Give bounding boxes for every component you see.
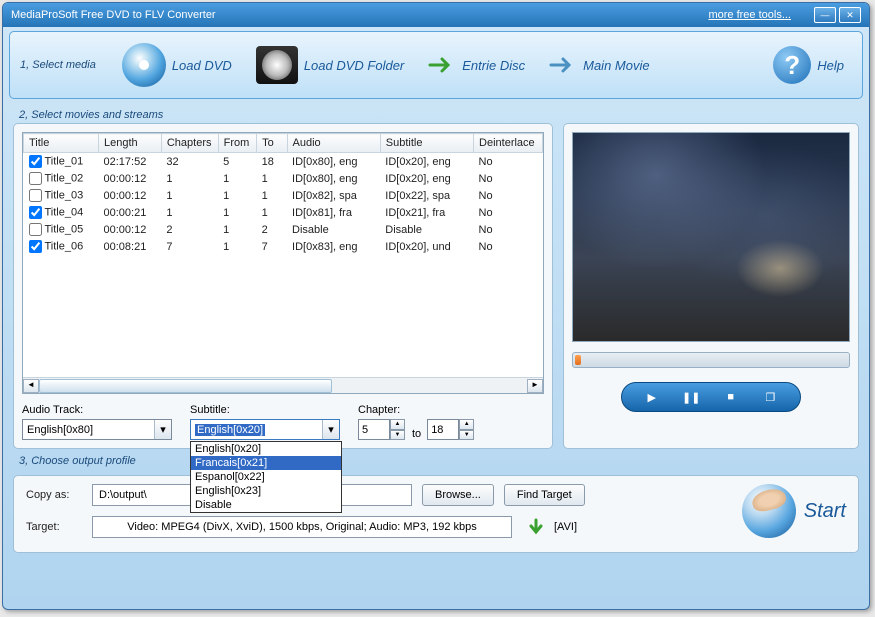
start-disc-icon <box>742 484 796 538</box>
playback-controls: ▶ ❚❚ ■ ❐ <box>621 382 801 412</box>
chapter-from-spinner[interactable]: ▲▼ <box>358 419 406 440</box>
entire-disc-label: Entrie Disc <box>462 58 525 73</box>
pause-button[interactable]: ❚❚ <box>679 387 703 407</box>
copy-as-label: Copy as: <box>26 489 82 501</box>
preview-panel: ▶ ❚❚ ■ ❐ <box>563 123 859 449</box>
subtitle-label: Subtitle: <box>190 404 340 416</box>
table-row[interactable]: Title_0600:08:21717ID[0x83], engID[0x20]… <box>24 238 543 255</box>
table-row[interactable]: Title_0102:17:5232518ID[0x80], engID[0x2… <box>24 153 543 171</box>
titles-table: TitleLengthChaptersFromToAudioSubtitleDe… <box>22 132 544 394</box>
column-header[interactable]: Title <box>24 134 99 153</box>
step3-label: 3, Choose output profile <box>3 449 869 469</box>
chapter-from-input[interactable] <box>358 419 390 440</box>
scrollbar-track[interactable] <box>39 379 527 393</box>
dropdown-option[interactable]: Francais[0x21] <box>191 456 341 470</box>
spin-down-button[interactable]: ▼ <box>390 430 405 441</box>
column-header[interactable]: Length <box>99 134 162 153</box>
folder-icon <box>256 46 298 84</box>
target-ext: [AVI] <box>554 521 577 533</box>
download-arrow-icon[interactable] <box>528 518 544 536</box>
step1-label: 1, Select media <box>20 59 96 71</box>
row-checkbox[interactable] <box>29 189 42 202</box>
spin-up-button[interactable]: ▲ <box>459 419 474 430</box>
main-movie-button[interactable]: Main Movie <box>541 51 657 79</box>
dropdown-option[interactable]: English[0x20] <box>191 442 341 456</box>
chapter-to-label: to <box>412 428 421 440</box>
snapshot-button[interactable]: ❐ <box>758 387 782 407</box>
video-preview[interactable] <box>572 132 850 342</box>
help-icon: ? <box>773 46 811 84</box>
target-label: Target: <box>26 521 82 533</box>
close-button[interactable]: ✕ <box>839 7 861 23</box>
scroll-left-button[interactable]: ◄ <box>23 379 39 393</box>
play-button[interactable]: ▶ <box>640 387 664 407</box>
chapter-label: Chapter: <box>358 404 475 416</box>
row-checkbox[interactable] <box>29 223 42 236</box>
find-target-button[interactable]: Find Target <box>504 484 585 506</box>
help-button[interactable]: ? Help <box>765 42 852 88</box>
window-title: MediaProSoft Free DVD to FLV Converter <box>11 9 216 21</box>
chapter-to-input[interactable] <box>427 419 459 440</box>
row-checkbox[interactable] <box>29 206 42 219</box>
target-value: Video: MPEG4 (DivX, XviD), 1500 kbps, Or… <box>127 521 477 533</box>
load-dvd-label: Load DVD <box>172 58 232 73</box>
timeline-slider[interactable] <box>572 352 850 368</box>
scroll-right-button[interactable]: ► <box>527 379 543 393</box>
audio-track-label: Audio Track: <box>22 404 172 416</box>
output-panel: Copy as: D:\output\ Browse... Find Targe… <box>13 475 859 553</box>
toolbar: 1, Select media Load DVD Load DVD Folder… <box>9 31 863 99</box>
load-dvd-folder-button[interactable]: Load DVD Folder <box>248 42 412 88</box>
chevron-down-icon: ▾ <box>322 420 339 439</box>
start-button[interactable]: Start <box>742 484 846 538</box>
stream-controls: Audio Track: English[0x80] ▾ Subtitle: E… <box>22 404 544 440</box>
step2-label: 2, Select movies and streams <box>3 103 869 123</box>
chapter-to-spinner[interactable]: ▲▼ <box>427 419 475 440</box>
dropdown-option[interactable]: Disable <box>191 498 341 512</box>
column-header[interactable]: From <box>218 134 257 153</box>
table-row[interactable]: Title_0500:00:12212DisableDisableNo <box>24 221 543 238</box>
target-profile-select[interactable]: Video: MPEG4 (DivX, XviD), 1500 kbps, Or… <box>92 516 512 538</box>
row-checkbox[interactable] <box>29 240 42 253</box>
row-checkbox[interactable] <box>29 155 42 168</box>
column-header[interactable]: Audio <box>287 134 380 153</box>
column-header[interactable]: Chapters <box>161 134 218 153</box>
column-header[interactable]: Deinterlace <box>474 134 543 153</box>
row-checkbox[interactable] <box>29 172 42 185</box>
preview-frame <box>573 133 849 341</box>
arrow-right-green-icon <box>428 55 456 75</box>
table-row[interactable]: Title_0300:00:12111ID[0x82], spaID[0x22]… <box>24 187 543 204</box>
table-row[interactable]: Title_0400:00:21111ID[0x81], fraID[0x21]… <box>24 204 543 221</box>
entire-disc-button[interactable]: Entrie Disc <box>420 51 533 79</box>
audio-track-select[interactable]: English[0x80] ▾ <box>22 419 172 440</box>
app-window: MediaProSoft Free DVD to FLV Converter m… <box>2 2 870 610</box>
subtitle-dropdown[interactable]: English[0x20]Francais[0x21]Espanol[0x22]… <box>190 441 342 513</box>
start-label: Start <box>804 500 846 523</box>
spin-up-button[interactable]: ▲ <box>390 419 405 430</box>
main-movie-label: Main Movie <box>583 58 649 73</box>
column-header[interactable]: Subtitle <box>380 134 473 153</box>
column-header[interactable]: To <box>257 134 287 153</box>
dropdown-option[interactable]: Espanol[0x22] <box>191 470 341 484</box>
load-dvd-button[interactable]: Load DVD <box>114 39 240 91</box>
movies-panel: TitleLengthChaptersFromToAudioSubtitleDe… <box>13 123 553 449</box>
table-row[interactable]: Title_0200:00:12111ID[0x80], engID[0x20]… <box>24 170 543 187</box>
arrow-right-blue-icon <box>549 55 577 75</box>
scrollbar-thumb[interactable] <box>39 379 332 393</box>
dropdown-option[interactable]: English[0x23] <box>191 484 341 498</box>
help-label: Help <box>817 58 844 73</box>
chevron-down-icon: ▾ <box>154 420 171 439</box>
load-folder-label: Load DVD Folder <box>304 58 404 73</box>
timeline-thumb[interactable] <box>575 355 581 365</box>
audio-track-value: English[0x80] <box>27 424 93 436</box>
minimize-button[interactable]: — <box>814 7 836 23</box>
horizontal-scrollbar[interactable]: ◄ ► <box>23 377 543 393</box>
browse-button[interactable]: Browse... <box>422 484 494 506</box>
spin-down-button[interactable]: ▼ <box>459 430 474 441</box>
subtitle-select[interactable]: English[0x20] ▾ English[0x20]Francais[0x… <box>190 419 340 440</box>
more-tools-link[interactable]: more free tools... <box>708 9 791 21</box>
stop-button[interactable]: ■ <box>719 387 743 407</box>
subtitle-value: English[0x20] <box>195 424 265 436</box>
titlebar: MediaProSoft Free DVD to FLV Converter m… <box>3 3 869 27</box>
disc-icon <box>122 43 166 87</box>
